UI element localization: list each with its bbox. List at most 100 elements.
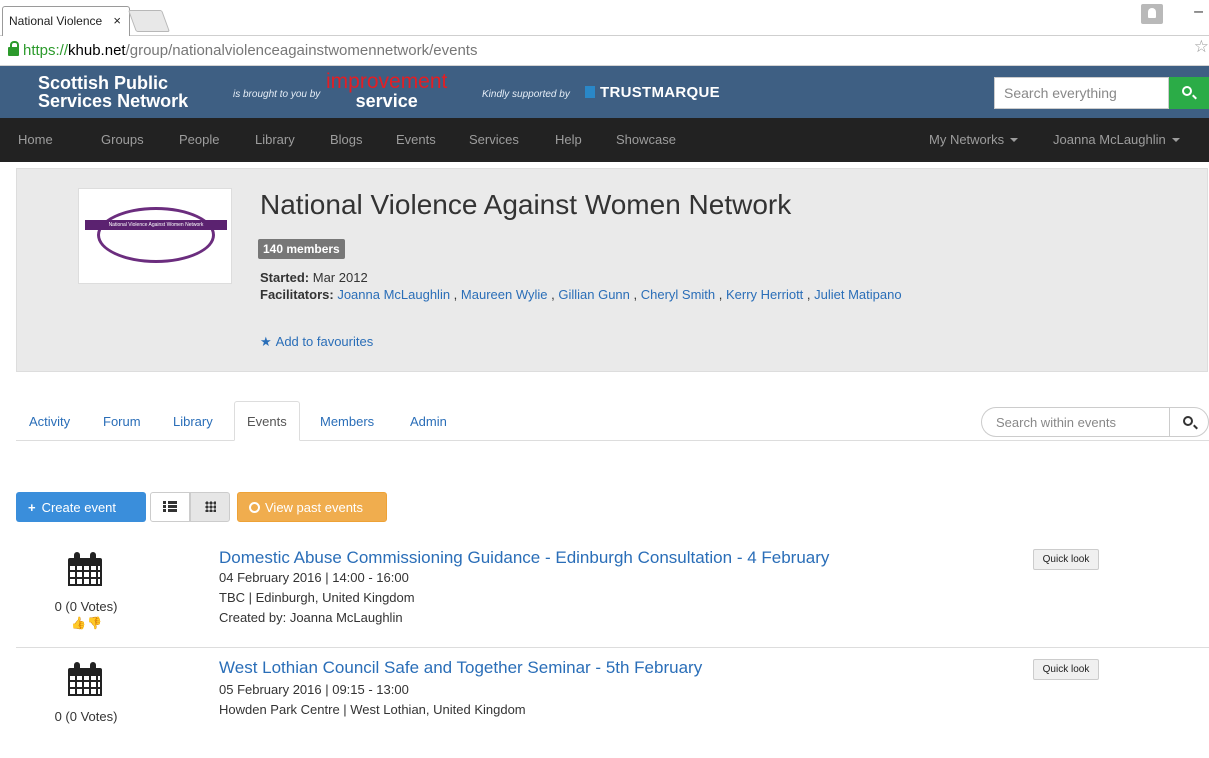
nav-people[interactable]: People	[179, 132, 219, 147]
nav-showcase[interactable]: Showcase	[616, 132, 676, 147]
quick-look-button[interactable]: Quick look	[1033, 549, 1099, 570]
vote-thumbs: 👍👎	[71, 616, 103, 630]
improvement-line1: improvement	[326, 70, 448, 93]
search-icon	[1182, 86, 1192, 96]
clock-icon	[249, 502, 260, 513]
view-past-events-button[interactable]: View past events	[237, 492, 387, 522]
facilitators-info: Facilitators: Joanna McLaughlin , Mauree…	[260, 287, 902, 302]
brand-text: Scottish Public Services Network	[38, 73, 189, 111]
facilitators-label: Facilitators:	[260, 287, 334, 302]
group-logo: National Violence Against Women Network	[78, 188, 232, 284]
minimize-icon[interactable]: –	[1194, 3, 1203, 21]
close-tab-icon[interactable]: ×	[113, 13, 121, 28]
nav-events[interactable]: Events	[396, 132, 436, 147]
thumbs-up-icon[interactable]: 👍	[71, 616, 87, 630]
logo-text: National Violence Against Women Network	[85, 220, 227, 230]
nav-home[interactable]: Home	[18, 132, 53, 147]
started-value: Mar 2012	[312, 270, 368, 285]
improvement-line2: service	[355, 91, 418, 111]
site-logo[interactable]: Scottish Public Services Network	[38, 74, 238, 110]
nav-library[interactable]: Library	[255, 132, 295, 147]
browser-tabbar: National Violence × –	[0, 0, 1209, 36]
event-title-link[interactable]: West Lothian Council Safe and Together S…	[219, 658, 702, 678]
create-event-button[interactable]: + Create event	[16, 492, 146, 522]
started-info: Started: Mar 2012	[260, 270, 368, 285]
search-icon	[1183, 416, 1193, 426]
add-to-favourites-link[interactable]: ★ Add to favourites	[260, 334, 373, 350]
facilitator-link[interactable]: Cheryl Smith	[641, 287, 715, 302]
event-item: 0 (0 Votes) 👍👎 Domestic Abuse Commission…	[16, 548, 1209, 648]
address-bar: https://khub.net/group/nationalviolencea…	[0, 36, 1209, 66]
event-votes: 0 (0 Votes)	[54, 709, 118, 724]
logo-ellipse	[97, 207, 215, 263]
search-events-input[interactable]: Search within events	[981, 407, 1169, 437]
my-networks-label: My Networks	[929, 132, 1005, 147]
url-scheme: https://	[23, 42, 69, 59]
facilitator-link[interactable]: Maureen Wylie	[461, 287, 548, 302]
tab-forum[interactable]: Forum	[103, 414, 141, 429]
browser-tab[interactable]: National Violence ×	[2, 6, 130, 36]
main-navbar: Home Groups People Library Blogs Events …	[0, 118, 1209, 162]
site-header: Scottish Public Services Network is brou…	[0, 66, 1209, 118]
grid-view-icon	[204, 501, 216, 512]
improvement-service-logo: improvement service	[326, 70, 448, 111]
lock-icon	[8, 41, 19, 56]
thumbs-down-icon[interactable]: 👎	[87, 616, 103, 630]
started-label: Started:	[260, 270, 310, 285]
facilitator-link[interactable]: Kerry Herriott	[726, 287, 803, 302]
nav-groups[interactable]: Groups	[101, 132, 144, 147]
url-field[interactable]: https://khub.net/group/nationalviolencea…	[8, 40, 1201, 62]
list-view-button[interactable]	[150, 492, 190, 522]
quick-look-button[interactable]: Quick look	[1033, 659, 1099, 680]
group-header: National Violence Against Women Network …	[16, 168, 1208, 372]
event-created-by: Created by: Joanna McLaughlin	[219, 610, 403, 625]
search-events-button[interactable]	[1169, 407, 1209, 437]
trustmarque-logo: TRUSTMARQUE	[585, 84, 720, 101]
url-path: /group/nationalviolenceagainstwomennetwo…	[125, 42, 478, 59]
calendar-icon	[68, 552, 102, 586]
event-location: TBC | Edinburgh, United Kingdom	[219, 590, 415, 605]
favourites-label: Add to favourites	[275, 334, 374, 349]
facilitator-link[interactable]: Juliet Matipano	[814, 287, 901, 302]
nav-services[interactable]: Services	[469, 132, 519, 147]
event-location: Howden Park Centre | West Lothian, Unite…	[219, 702, 526, 717]
event-datetime: 04 February 2016 | 14:00 - 16:00	[219, 570, 409, 585]
user-name: Joanna McLaughlin	[1053, 132, 1166, 147]
plus-icon: +	[28, 500, 36, 515]
caret-down-icon	[1171, 138, 1180, 142]
browser-tab-title: National Violence	[9, 14, 103, 28]
my-networks-dropdown[interactable]: My Networks	[929, 132, 1019, 147]
event-title-link[interactable]: Domestic Abuse Commissioning Guidance - …	[219, 548, 829, 568]
trustmarque-text: TRUSTMARQUE	[600, 84, 720, 101]
tab-members[interactable]: Members	[320, 414, 374, 429]
event-votes: 0 (0 Votes)	[54, 599, 118, 614]
new-tab-button[interactable]	[127, 10, 171, 32]
create-event-label: Create event	[41, 500, 117, 515]
event-item: 0 (0 Votes) West Lothian Council Safe an…	[16, 658, 1209, 758]
group-title: National Violence Against Women Network	[260, 189, 792, 220]
tab-events[interactable]: Events	[234, 401, 300, 441]
grid-view-button[interactable]	[190, 492, 230, 522]
view-past-events-label: View past events	[265, 500, 364, 515]
members-badge[interactable]: 140 members	[258, 239, 345, 259]
facilitator-link[interactable]: Gillian Gunn	[558, 287, 630, 302]
nav-blogs[interactable]: Blogs	[330, 132, 363, 147]
search-button[interactable]	[1169, 77, 1209, 109]
tab-activity[interactable]: Activity	[29, 414, 70, 429]
facilitator-link[interactable]: Joanna McLaughlin	[337, 287, 450, 302]
url-host: khub.net	[68, 42, 126, 59]
brought-by-text: is brought to you by	[233, 89, 321, 100]
tab-library[interactable]: Library	[173, 414, 213, 429]
event-datetime: 05 February 2016 | 09:15 - 13:00	[219, 682, 409, 697]
search-everything-input[interactable]: Search everything	[994, 77, 1169, 109]
trustmarque-mark-icon	[585, 86, 595, 98]
tab-admin[interactable]: Admin	[410, 414, 447, 429]
star-icon: ★	[260, 334, 272, 349]
list-view-icon	[163, 501, 177, 512]
caret-down-icon	[1010, 138, 1019, 142]
nav-help[interactable]: Help	[555, 132, 582, 147]
bookmark-star-icon[interactable]: ☆	[1194, 37, 1209, 57]
calendar-icon	[68, 662, 102, 696]
user-profile-icon[interactable]	[1141, 4, 1163, 24]
user-menu-dropdown[interactable]: Joanna McLaughlin	[1053, 132, 1180, 147]
